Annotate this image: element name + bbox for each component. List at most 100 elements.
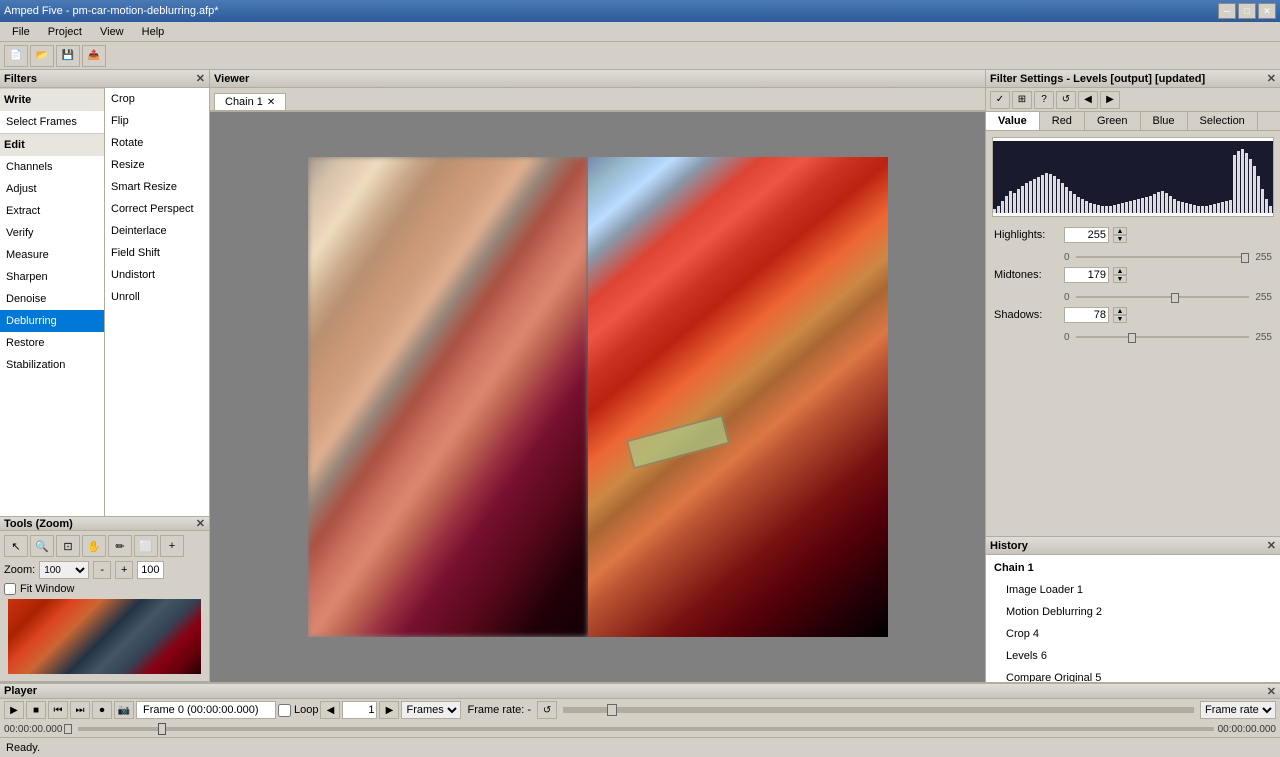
filter-field-shift[interactable]: Field Shift — [105, 242, 209, 264]
viewer-tab-chain1[interactable]: Chain 1 ✕ — [214, 93, 286, 110]
history-motiondeblur[interactable]: Motion Deblurring 2 — [988, 601, 1278, 623]
settings-copy-button[interactable]: ⊞ — [1012, 91, 1032, 109]
filter-channels[interactable]: Channels — [0, 156, 104, 178]
player-loop-checkbox[interactable] — [278, 704, 291, 717]
filter-restore[interactable]: Restore — [0, 332, 104, 354]
tools-close-button[interactable]: ✕ — [196, 517, 205, 530]
settings-tab-green[interactable]: Green — [1085, 112, 1141, 130]
tool-select[interactable]: ↖ — [4, 535, 28, 557]
player-seek-thumb[interactable] — [607, 704, 617, 716]
settings-tab-red[interactable]: Red — [1040, 112, 1085, 130]
tool-add[interactable]: + — [160, 535, 184, 557]
filter-verify[interactable]: Verify — [0, 222, 104, 244]
toolbar-new-button[interactable]: 📄 — [4, 45, 28, 67]
player-loop-back-button[interactable]: ↺ — [537, 701, 557, 719]
player-close-button[interactable]: ✕ — [1267, 685, 1276, 698]
settings-back-button[interactable]: ◀ — [1078, 91, 1098, 109]
tool-crop[interactable]: ⊡ — [56, 535, 80, 557]
history-imageloader[interactable]: Image Loader 1 — [988, 579, 1278, 601]
zoom-increase-button[interactable]: + — [115, 561, 133, 579]
filter-sharpen[interactable]: Sharpen — [0, 266, 104, 288]
filter-select-frames[interactable]: Select Frames — [0, 111, 104, 133]
filter-resize[interactable]: Resize — [105, 154, 209, 176]
player-play-button[interactable]: ▶ — [4, 701, 24, 719]
shadows-input[interactable]: 78 — [1064, 307, 1109, 323]
player-prev-button[interactable]: ◀ — [320, 701, 340, 719]
player-frame-type-select[interactable]: Frames Time — [401, 701, 461, 719]
settings-tab-blue[interactable]: Blue — [1141, 112, 1188, 130]
zoom-decrease-button[interactable]: - — [93, 561, 111, 579]
filter-unroll[interactable]: Unroll — [105, 286, 209, 308]
tools-content: ↖ 🔍 ⊡ ✋ ✏ ⬜ + Zoom: 100 50 200 - — [0, 531, 209, 682]
filter-flip[interactable]: Flip — [105, 110, 209, 132]
player-next-button[interactable]: ▶ — [379, 701, 399, 719]
midtones-min: 0 — [1064, 292, 1070, 303]
fit-window-checkbox[interactable] — [4, 583, 16, 595]
player-stop-button[interactable]: ■ — [26, 701, 46, 719]
player-prev-frame-button[interactable]: ⏮ — [48, 701, 68, 719]
maximize-button[interactable]: □ — [1238, 3, 1256, 19]
filter-denoise[interactable]: Denoise — [0, 288, 104, 310]
settings-forward-button[interactable]: ▶ — [1100, 91, 1120, 109]
highlights-input[interactable]: 255 — [1064, 227, 1109, 243]
menu-view[interactable]: View — [92, 24, 132, 40]
highlights-spin-down[interactable]: ▼ — [1113, 235, 1127, 243]
filter-deinterlace[interactable]: Deinterlace — [105, 220, 209, 242]
menu-help[interactable]: Help — [134, 24, 173, 40]
filter-extract[interactable]: Extract — [0, 200, 104, 222]
toolbar-save-button[interactable]: 💾 — [56, 45, 80, 67]
midtones-spin-down[interactable]: ▼ — [1113, 275, 1127, 283]
history-crop[interactable]: Crop 4 — [988, 623, 1278, 645]
player-next-frame-button[interactable]: ⏭ — [70, 701, 90, 719]
midtones-spinner: ▲ ▼ — [1113, 267, 1127, 283]
minimize-button[interactable]: ─ — [1218, 3, 1236, 19]
filter-undistort[interactable]: Undistort — [105, 264, 209, 286]
shadows-spin-up[interactable]: ▲ — [1113, 307, 1127, 315]
timeline-bar[interactable] — [78, 727, 1213, 731]
filter-crop[interactable]: Crop — [105, 88, 209, 110]
viewer-tab-close[interactable]: ✕ — [267, 97, 275, 108]
menu-project[interactable]: Project — [40, 24, 90, 40]
player-frame-input[interactable]: 1 — [342, 701, 377, 719]
midtones-input[interactable]: 179 — [1064, 267, 1109, 283]
filter-adjust[interactable]: Adjust — [0, 178, 104, 200]
tool-pan[interactable]: ✋ — [82, 535, 106, 557]
filter-deblurring[interactable]: Deblurring — [0, 310, 104, 332]
close-button[interactable]: ✕ — [1258, 3, 1276, 19]
player-seek-bar[interactable] — [563, 707, 1194, 713]
player-time-end: 00:00:00.000 — [1218, 724, 1276, 735]
settings-tab-selection[interactable]: Selection — [1188, 112, 1258, 130]
filter-correct-perspect[interactable]: Correct Perspect — [105, 198, 209, 220]
histogram-area — [992, 137, 1274, 217]
player-snapshot-button[interactable]: 📷 — [114, 701, 134, 719]
midtones-spin-up[interactable]: ▲ — [1113, 267, 1127, 275]
menu-file[interactable]: File — [4, 24, 38, 40]
settings-help-button[interactable]: ? — [1034, 91, 1054, 109]
filter-smart-resize[interactable]: Smart Resize — [105, 176, 209, 198]
tool-measure[interactable]: ✏ — [108, 535, 132, 557]
settings-tab-value[interactable]: Value — [986, 112, 1040, 130]
tool-region[interactable]: ⬜ — [134, 535, 158, 557]
settings-refresh-button[interactable]: ↺ — [1056, 91, 1076, 109]
highlights-row: Highlights: 255 ▲ ▼ — [994, 227, 1272, 243]
history-compareoriginal[interactable]: Compare Original 5 — [988, 667, 1278, 682]
zoom-select[interactable]: 100 50 200 — [39, 561, 89, 579]
filter-stabilization[interactable]: Stabilization — [0, 354, 104, 376]
player-record-button[interactable]: ⏺ — [92, 701, 112, 719]
history-content: Chain 1 Image Loader 1 Motion Deblurring… — [986, 555, 1280, 682]
filter-settings-close[interactable]: ✕ — [1267, 72, 1276, 85]
shadows-spin-down[interactable]: ▼ — [1113, 315, 1127, 323]
filter-measure[interactable]: Measure — [0, 244, 104, 266]
history-close-button[interactable]: ✕ — [1267, 539, 1276, 552]
highlights-spin-up[interactable]: ▲ — [1113, 227, 1127, 235]
toolbar-export-button[interactable]: 📤 — [82, 45, 106, 67]
filters-close-button[interactable]: ✕ — [196, 72, 205, 85]
tool-zoom-in[interactable]: 🔍 — [30, 535, 54, 557]
toolbar-open-button[interactable]: 📂 — [30, 45, 54, 67]
history-panel: History ✕ Chain 1 Image Loader 1 Motion … — [986, 537, 1280, 682]
player-rate-select[interactable]: Frame rate 25 fps 30 fps — [1200, 701, 1276, 719]
filter-rotate[interactable]: Rotate — [105, 132, 209, 154]
history-chain1[interactable]: Chain 1 — [988, 557, 1278, 579]
settings-apply-button[interactable]: ✓ — [990, 91, 1010, 109]
history-levels[interactable]: Levels 6 — [988, 645, 1278, 667]
